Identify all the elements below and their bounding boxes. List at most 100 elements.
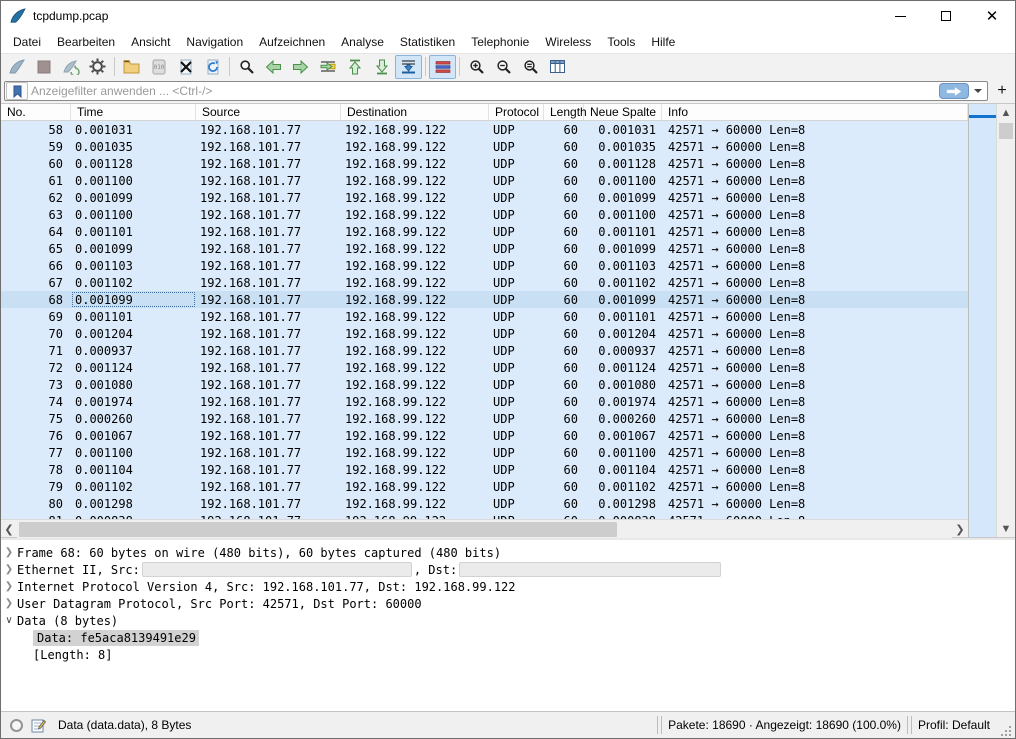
vertical-scroll-thumb[interactable] [999, 123, 1013, 139]
capture-comment-icon[interactable] [31, 718, 46, 733]
cell-dst: 192.168.99.122 [341, 376, 489, 393]
go-last-packet-button[interactable] [368, 55, 395, 79]
restart-capture-button[interactable] [57, 55, 84, 79]
menu-hilfe[interactable]: Hilfe [643, 32, 683, 52]
minimize-button[interactable] [877, 1, 923, 31]
go-forward-button[interactable] [287, 55, 314, 79]
menu-tools[interactable]: Tools [599, 32, 643, 52]
menu-wireless[interactable]: Wireless [537, 32, 599, 52]
resize-grip[interactable] [1000, 725, 1013, 738]
packet-row[interactable]: 590.001035192.168.101.77192.168.99.122UD… [1, 138, 968, 155]
apply-arrow-icon [946, 87, 962, 96]
menu-aufzeichnen[interactable]: Aufzeichnen [251, 32, 333, 52]
scroll-left-icon[interactable]: ❮ [1, 521, 17, 538]
colorize-button[interactable] [429, 55, 456, 79]
packet-row[interactable]: 740.001974192.168.101.77192.168.99.122UD… [1, 393, 968, 410]
packet-row[interactable]: 780.001104192.168.101.77192.168.99.122UD… [1, 461, 968, 478]
statusbar-separator [657, 716, 662, 734]
zoom-out-icon [496, 59, 512, 75]
open-file-button[interactable] [118, 55, 145, 79]
menu-navigation[interactable]: Navigation [178, 32, 251, 52]
packet-row[interactable]: 620.001099192.168.101.77192.168.99.122UD… [1, 189, 968, 206]
menu-datei[interactable]: Datei [5, 32, 49, 52]
menu-telephonie[interactable]: Telephonie [463, 32, 537, 52]
column-header-neue-spalte[interactable]: Neue Spalte [584, 104, 662, 120]
packet-row[interactable]: 710.000937192.168.101.77192.168.99.122UD… [1, 342, 968, 359]
filter-dropdown-button[interactable] [971, 82, 985, 100]
menu-analyse[interactable]: Analyse [333, 32, 392, 52]
save-file-button[interactable]: 010 [145, 55, 172, 79]
maximize-button[interactable] [923, 1, 969, 31]
scroll-down-icon[interactable]: ▼ [997, 520, 1015, 537]
reload-file-button[interactable] [199, 55, 226, 79]
filter-bookmark-button[interactable] [6, 82, 28, 100]
find-packet-button[interactable] [233, 55, 260, 79]
auto-scroll-button[interactable] [395, 55, 422, 79]
packet-row[interactable]: 600.001128192.168.101.77192.168.99.122UD… [1, 155, 968, 172]
packet-row[interactable]: 750.000260192.168.101.77192.168.99.122UD… [1, 410, 968, 427]
horizontal-scrollbar[interactable]: ❮ ❯ [1, 519, 968, 538]
packet-row[interactable]: 610.001100192.168.101.77192.168.99.122UD… [1, 172, 968, 189]
packet-row-selected[interactable]: 680.001099192.168.101.77192.168.99.122UD… [1, 291, 968, 308]
packet-row[interactable]: 760.001067192.168.101.77192.168.99.122UD… [1, 427, 968, 444]
packet-row[interactable]: 650.001099192.168.101.77192.168.99.122UD… [1, 240, 968, 257]
detail-tree-line[interactable]: ∨Data (8 bytes) [1, 612, 1015, 629]
packet-row[interactable]: 630.001100192.168.101.77192.168.99.122UD… [1, 206, 968, 223]
column-header-protocol[interactable]: Protocol [489, 104, 544, 120]
packet-row[interactable]: 670.001102192.168.101.77192.168.99.122UD… [1, 274, 968, 291]
detail-tree-line[interactable]: ❯Frame 68: 60 bytes on wire (480 bits), … [1, 544, 1015, 561]
stop-capture-button[interactable] [30, 55, 57, 79]
packet-row[interactable]: 720.001124192.168.101.77192.168.99.122UD… [1, 359, 968, 376]
detail-tree-line[interactable]: ❯User Datagram Protocol, Src Port: 42571… [1, 595, 1015, 612]
packet-row[interactable]: 770.001100192.168.101.77192.168.99.122UD… [1, 444, 968, 461]
go-back-button[interactable] [260, 55, 287, 79]
cell-proto: UDP [489, 308, 544, 325]
zoom-in-button[interactable] [463, 55, 490, 79]
column-header-no[interactable]: No. [1, 104, 71, 120]
cell-neue: 0.001102 [584, 274, 662, 291]
packet-row[interactable]: 640.001101192.168.101.77192.168.99.122UD… [1, 223, 968, 240]
cell-len: 60 [544, 410, 584, 427]
detail-tree-line[interactable]: Data: fe5aca8139491e29 [1, 629, 1015, 646]
horizontal-scroll-thumb[interactable] [19, 522, 617, 537]
resize-columns-button[interactable] [544, 55, 571, 79]
packet-row[interactable]: 690.001101192.168.101.77192.168.99.122UD… [1, 308, 968, 325]
packet-row[interactable]: 810.000838192.168.101.77192.168.99.122UD… [1, 512, 968, 519]
scroll-right-icon[interactable]: ❯ [952, 521, 968, 538]
packet-row[interactable]: 790.001102192.168.101.77192.168.99.122UD… [1, 478, 968, 495]
packet-row[interactable]: 730.001080192.168.101.77192.168.99.122UD… [1, 376, 968, 393]
scroll-up-icon[interactable]: ▲ [997, 104, 1015, 121]
start-capture-button[interactable] [3, 55, 30, 79]
add-filter-button[interactable]: + [992, 81, 1012, 101]
column-header-source[interactable]: Source [196, 104, 341, 120]
vertical-scrollbar[interactable]: ▲ ▼ [996, 104, 1015, 537]
packet-row[interactable]: 580.001031192.168.101.77192.168.99.122UD… [1, 121, 968, 138]
expert-info-icon[interactable] [10, 719, 23, 732]
apply-filter-button[interactable] [939, 83, 969, 99]
go-to-packet-button[interactable] [314, 55, 341, 79]
packet-row[interactable]: 800.001298192.168.101.77192.168.99.122UD… [1, 495, 968, 512]
close-button[interactable]: ✕ [969, 1, 1015, 31]
intelligent-scrollbar-minimap[interactable] [968, 104, 996, 537]
go-first-packet-button[interactable] [341, 55, 368, 79]
menu-ansicht[interactable]: Ansicht [123, 32, 178, 52]
menu-statistiken[interactable]: Statistiken [392, 32, 463, 52]
zoom-reset-button[interactable] [517, 55, 544, 79]
column-header-info[interactable]: Info [662, 104, 968, 120]
capture-options-button[interactable] [84, 55, 111, 79]
packet-row[interactable]: 700.001204192.168.101.77192.168.99.122UD… [1, 325, 968, 342]
detail-tree-line[interactable]: ❯Internet Protocol Version 4, Src: 192.1… [1, 578, 1015, 595]
display-filter-field[interactable] [4, 81, 988, 101]
column-header-destination[interactable]: Destination [341, 104, 489, 120]
close-file-button[interactable] [172, 55, 199, 79]
packet-row[interactable]: 660.001103192.168.101.77192.168.99.122UD… [1, 257, 968, 274]
zoom-out-button[interactable] [490, 55, 517, 79]
detail-tree-line[interactable]: ❯Ethernet II, Src: , Dst: [1, 561, 1015, 578]
column-header-length[interactable]: Length [544, 104, 584, 120]
wireshark-fin-icon [9, 8, 27, 24]
menu-bearbeiten[interactable]: Bearbeiten [49, 32, 123, 52]
column-header-time[interactable]: Time [71, 104, 196, 120]
detail-tree-line[interactable]: [Length: 8] [1, 646, 1015, 663]
display-filter-input[interactable] [31, 84, 939, 98]
profile-status[interactable]: Profil: Default [918, 718, 990, 732]
